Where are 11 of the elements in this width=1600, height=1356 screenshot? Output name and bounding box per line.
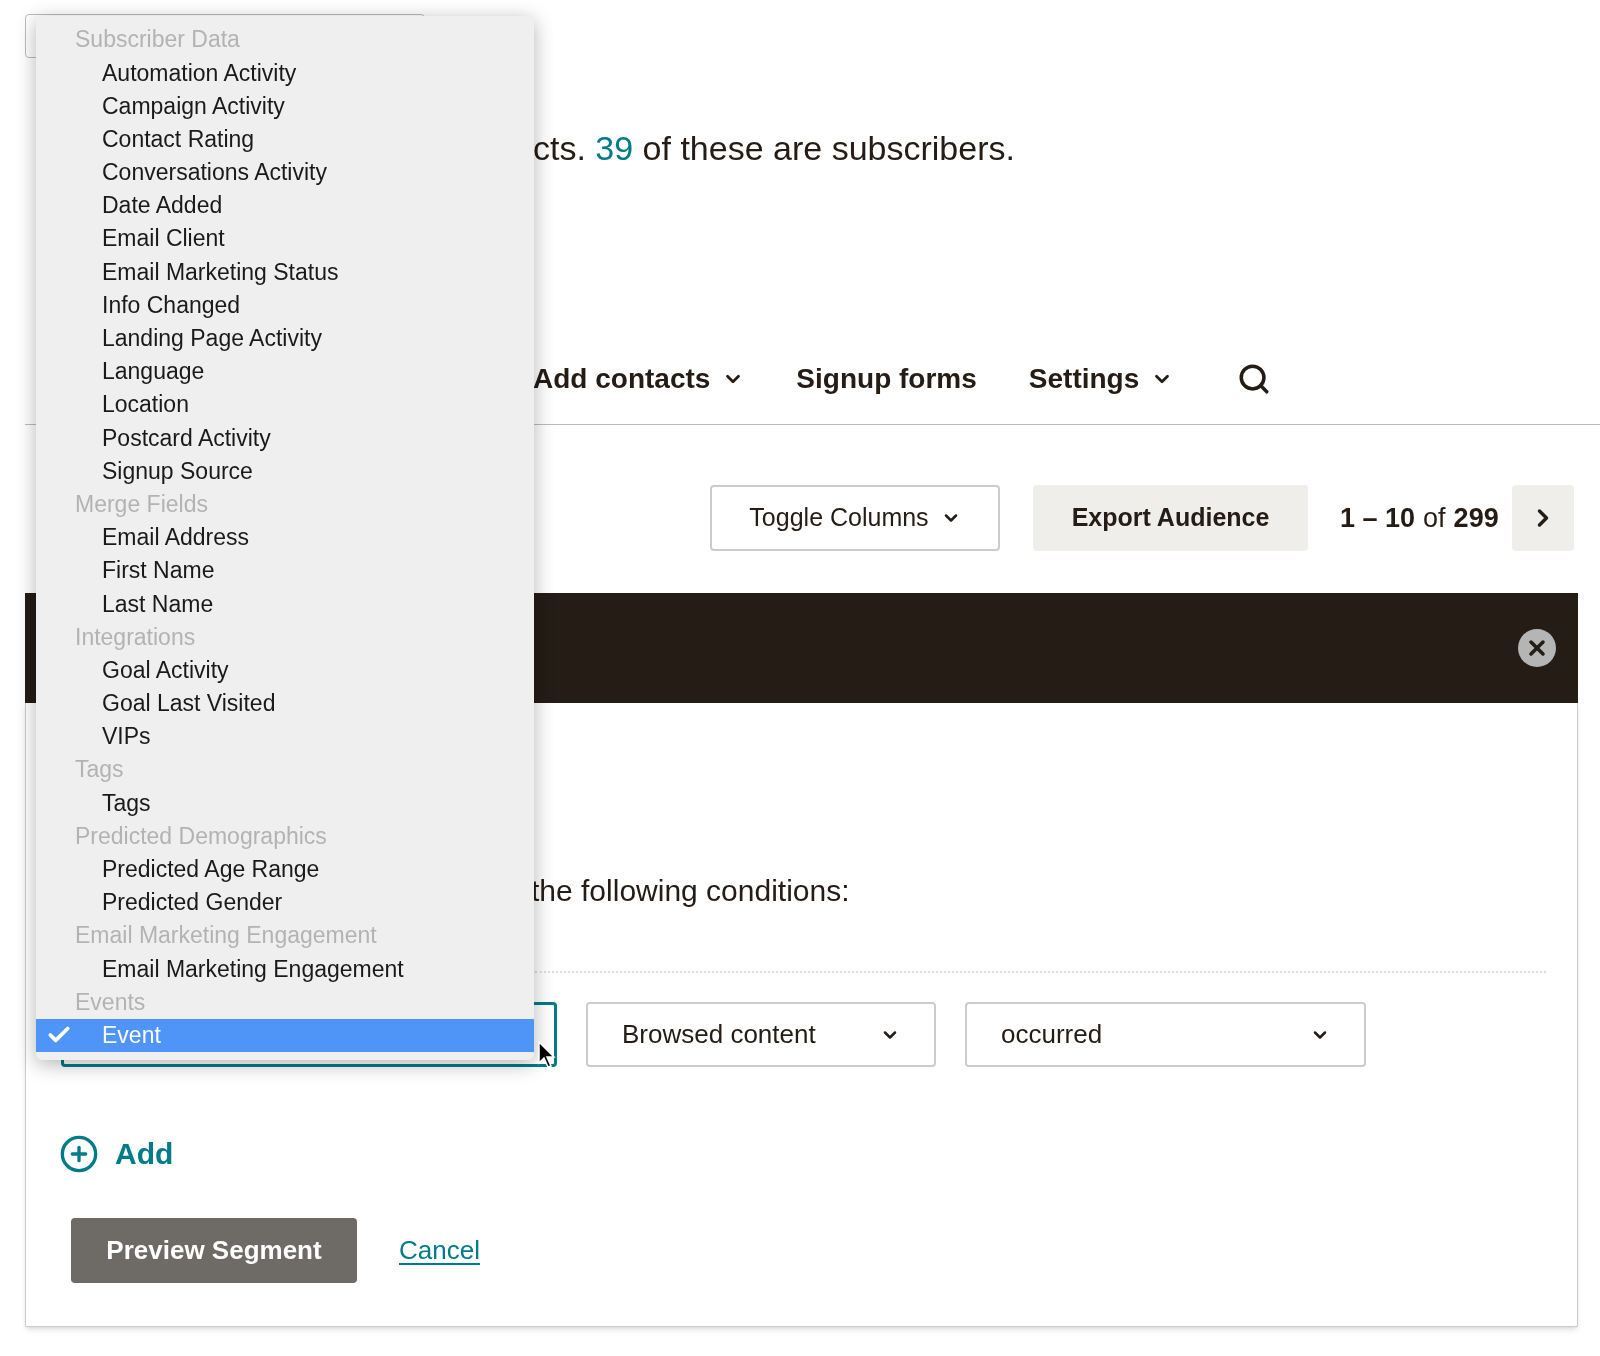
- menu-group-header: Subscriber Data: [75, 25, 240, 55]
- menu-group-header: Events: [75, 987, 146, 1017]
- menu-group-header: Integrations: [75, 622, 196, 652]
- headline-text: cts. 39 of these are subscribers.: [533, 127, 1015, 169]
- page-total: 299: [1453, 501, 1499, 535]
- menu-group-header: Tags: [75, 755, 124, 785]
- menu-group-header: Predicted Demographics: [75, 821, 327, 851]
- menu-group-header: Email Marketing Engagement: [75, 921, 377, 951]
- menu-group-header: Merge Fields: [75, 489, 208, 519]
- page-range: 1 – 10: [1340, 501, 1416, 535]
- page-range-of: of: [1423, 501, 1446, 535]
